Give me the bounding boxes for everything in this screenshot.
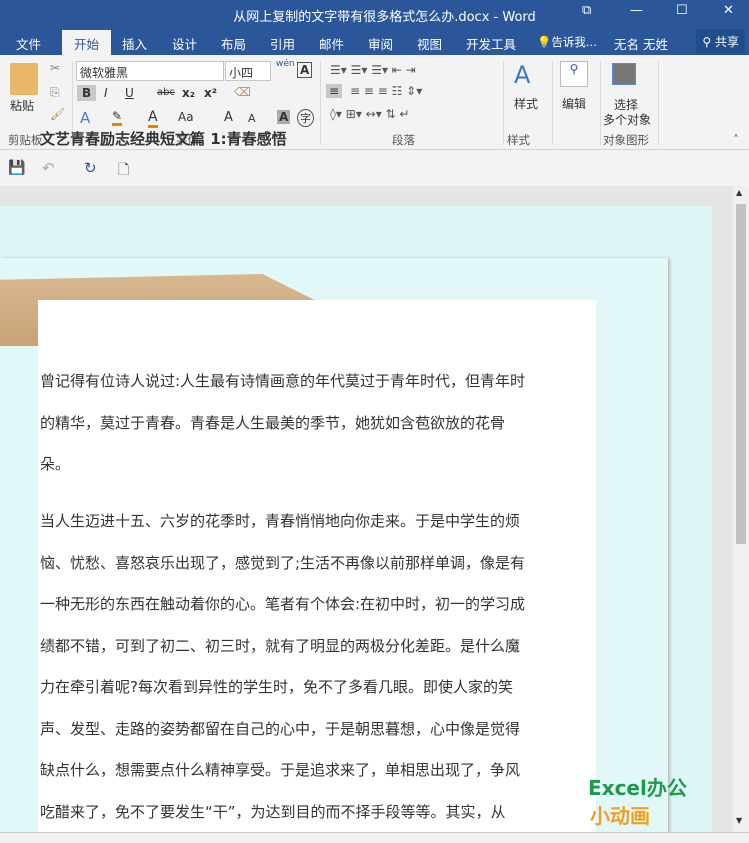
text-line: 朵。	[40, 455, 71, 473]
maximize-button[interactable]: ☐	[676, 3, 688, 18]
collapse-ribbon-icon[interactable]: ˄	[733, 133, 739, 147]
undo-icon[interactable]: ↶	[42, 159, 55, 177]
grow-font-button[interactable]: A	[224, 110, 233, 125]
tab-insert[interactable]: 插入	[122, 34, 147, 53]
tell-me-label: 告诉我...	[551, 35, 597, 49]
enclose-characters-button[interactable]: 字	[297, 109, 314, 127]
strikethrough-button[interactable]: abc	[157, 87, 175, 98]
vertical-scrollbar[interactable]: ▲ ▼	[733, 186, 749, 832]
lightbulb-icon: 💡	[537, 35, 552, 49]
paragraph-1[interactable]: 曾记得有位诗人说过:人生最有诗情画意的年代莫过于青年时代，但青年时 的精华，莫过…	[40, 361, 600, 486]
highlight-icon[interactable]: ✎	[112, 109, 123, 126]
watermark-logo-line1: Excel办公	[588, 776, 687, 800]
font-color-button[interactable]: A	[148, 109, 158, 128]
copy-icon[interactable]: ⎘	[50, 85, 60, 100]
user-name[interactable]: 无名 无姓	[614, 34, 668, 53]
cut-icon[interactable]: ✂	[50, 61, 60, 75]
redo-icon[interactable]: ↻	[84, 159, 97, 177]
tab-mailings[interactable]: 邮件	[319, 34, 344, 53]
tab-layout[interactable]: 布局	[221, 34, 246, 53]
horizontal-scrollbar[interactable]	[0, 832, 749, 843]
clipboard-group-label: 剪贴板	[8, 133, 43, 147]
shrink-font-button[interactable]: A	[248, 112, 256, 125]
align-buttons-icon[interactable]: ≡ ≡ ≡ ☷ ⇕▾	[350, 84, 422, 98]
text-line: 曾记得有位诗人说过:人生最有诗情画意的年代莫过于青年时代，但青年时	[40, 372, 526, 390]
text-line: 缺点什么，想需要点什么精神享受。于是追求来了，单相思出现了，争风	[40, 761, 521, 779]
bullets-icon[interactable]: ☰▾ ☰▾ ☰▾ ⇤ ⇥	[330, 63, 416, 77]
document-heading: 文艺青春励志经典短文篇 1:青春感悟	[40, 130, 287, 148]
tab-review[interactable]: 审阅	[368, 34, 393, 53]
styles-icon: A	[514, 61, 531, 89]
phonetic-guide-button[interactable]: wén	[276, 59, 295, 69]
text-line: 的精华，莫过于青春。青春是人生最美的季节，她犹如含苞欲放的花骨	[40, 413, 506, 432]
ribbon-display-button[interactable]: ⧉	[582, 3, 591, 18]
share-button[interactable]: ⚲ 共享	[696, 29, 745, 53]
superscript-button[interactable]: x²	[204, 86, 217, 100]
styles-button[interactable]: 样式	[514, 95, 538, 112]
change-case-button[interactable]: Aa	[178, 110, 194, 124]
shading-border-icon[interactable]: ◊▾ ⊞▾ ↔▾ ⇅ ↵	[330, 107, 409, 121]
format-painter-icon[interactable]: 🖌	[50, 107, 65, 121]
text-line: 力在牵引着呢?每次看到异性的学生时，免不了多看几眼。即使人家的笑	[40, 678, 513, 696]
text-line: 绩都不错，可到了初二、初三时，就有了明显的两极分化差距。是什么魔	[40, 636, 521, 655]
text-line: 吃醋来了，免不了要发生“干”，为达到目的而不择手段等等。其实，从	[40, 802, 506, 821]
italic-button[interactable]: I	[104, 86, 108, 100]
scroll-down-icon[interactable]: ▼	[736, 816, 742, 825]
ribbon-tabs: 文件 开始 插入 设计 布局 引用 邮件 审阅 视图 开发工具 💡告诉我... …	[0, 28, 749, 55]
tab-file[interactable]: 文件	[16, 34, 41, 53]
title-bar: 从网上复制的文字带有很多格式怎么办.docx - Word ⧉ — ☐ ✕	[0, 0, 749, 28]
font-size-select[interactable]: 小四	[225, 61, 271, 81]
paste-icon	[10, 63, 38, 95]
paragraph-group-label: 段落	[392, 133, 415, 147]
quick-access-toolbar: 💾 ↶ ↻ 🗋	[0, 150, 749, 186]
text-line: 当人生迈进十五、六岁的花季时，青春悄悄地向你走来。于是中学生的烦	[40, 512, 521, 530]
clear-formatting-icon[interactable]: ⌫	[234, 85, 251, 99]
select-multiple-label[interactable]: 多个对象	[603, 111, 651, 128]
subscript-button[interactable]: x₂	[182, 86, 195, 100]
watermark-logo-line2: 小动画	[590, 804, 650, 828]
scroll-up-icon[interactable]: ▲	[736, 188, 742, 197]
paragraph-2[interactable]: 当人生迈进十五、六岁的花季时，青春悄悄地向你走来。于是中学生的烦 恼、忧愁、喜怒…	[40, 501, 600, 833]
text-line: 声、发型、走路的姿势都留在自己的心中，于是朝思暮想，心中像是觉得	[40, 719, 521, 738]
person-icon: ⚲	[702, 35, 712, 49]
tab-design[interactable]: 设计	[172, 34, 197, 53]
select-objects-icon	[612, 63, 636, 85]
tab-developer[interactable]: 开发工具	[466, 34, 516, 53]
scroll-thumb[interactable]	[736, 204, 746, 544]
text-line: 恼、忧愁、喜怒哀乐出现了，感觉到了;生活不再像以前那样单调，像是有	[40, 553, 526, 572]
editing-button[interactable]: 编辑	[562, 95, 586, 112]
tab-home[interactable]: 开始	[62, 30, 112, 55]
paste-button[interactable]: 粘贴	[10, 97, 34, 114]
character-border-button[interactable]: A	[297, 62, 313, 78]
close-button[interactable]: ✕	[723, 3, 734, 18]
character-shading-button[interactable]: A	[277, 110, 291, 124]
minimize-button[interactable]: —	[630, 3, 643, 18]
tab-view[interactable]: 视图	[417, 34, 442, 53]
tab-references[interactable]: 引用	[270, 34, 295, 53]
objects-group-label: 对象图形	[603, 133, 649, 147]
styles-group-label: 样式	[507, 133, 530, 147]
search-icon[interactable]: ⚲	[560, 61, 588, 87]
save-icon[interactable]: 💾	[8, 160, 25, 176]
tell-me-input[interactable]: 💡告诉我...	[537, 34, 597, 50]
font-name-select[interactable]: 微软雅黑	[76, 61, 224, 81]
bold-button[interactable]: B	[77, 85, 97, 101]
text-effects-button[interactable]: A	[80, 109, 90, 127]
print-preview-icon[interactable]: 🗋	[118, 159, 129, 183]
share-label: 共享	[714, 35, 739, 49]
underline-button[interactable]: U	[125, 86, 134, 100]
text-line: 一种无形的东西在触动着你的心。笔者有个体会:在初中时，初一的学习成	[40, 595, 526, 613]
align-left-icon[interactable]: ≡	[326, 84, 343, 98]
